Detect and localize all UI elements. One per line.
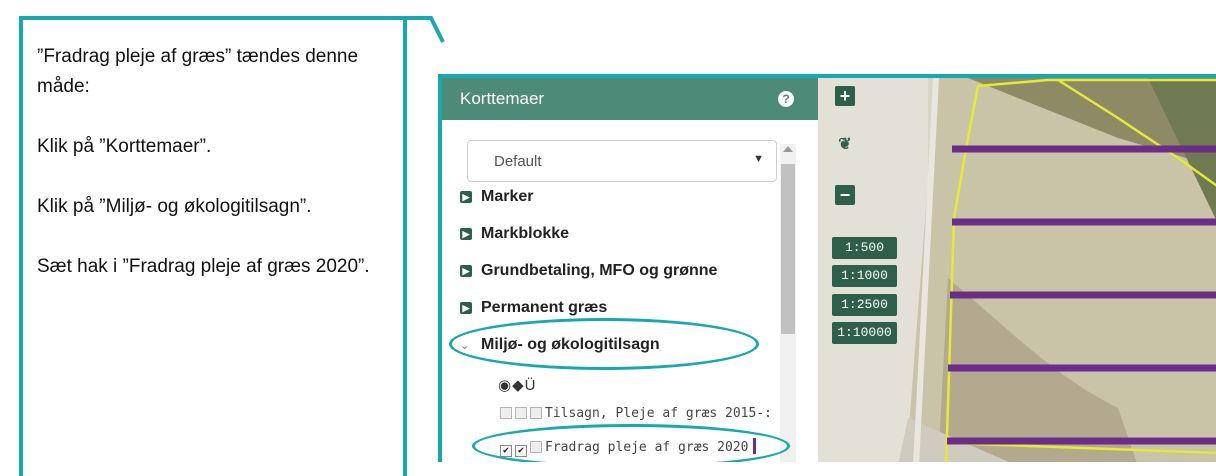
snap-checkbox[interactable]	[530, 407, 542, 419]
layer-group-grundbetaling[interactable]: ▶ Grundbetaling, MFO og grønne	[460, 262, 717, 280]
scale-button-1000[interactable]: 1:1000	[832, 265, 897, 287]
scroll-thumb[interactable]	[781, 164, 795, 334]
highlight-ring-sublayer	[472, 424, 790, 462]
expand-icon: ▶	[460, 228, 472, 240]
layer-group-markblokke[interactable]: ▶ Markblokke	[460, 225, 569, 243]
expand-icon: ▶	[460, 191, 472, 203]
layer-group-label: Permanent græs	[481, 299, 608, 316]
zoom-in-button[interactable]: +	[835, 86, 855, 106]
layer-panel: Korttemaer ? Default ▼ ▶ Marker ▶ Markblok…	[442, 78, 818, 462]
chevron-down-icon: ▼	[753, 153, 764, 165]
denmark-map-icon[interactable]: ❦	[835, 135, 855, 155]
theme-select[interactable]: Default ▼	[467, 140, 777, 182]
eye-icon: ◉	[498, 377, 513, 394]
expand-icon: ▶	[460, 265, 472, 277]
map-app-screenshot: Korttemaer ? Default ▼ ▶ Marker ▶ Markblok…	[438, 74, 1216, 462]
layer-group-label: Marker	[481, 188, 534, 205]
scroll-up-icon[interactable]	[783, 146, 793, 152]
magnet-icon: Ü	[524, 377, 537, 394]
layer-group-label: Grundbetaling, MFO og grønne	[481, 262, 718, 279]
scale-button-2500[interactable]: 1:2500	[832, 294, 897, 316]
instruction-step-3: Sæt hak i ”Fradrag pleje af græs 2020”.	[37, 256, 370, 277]
expand-icon: ▶	[460, 302, 472, 314]
visibility-checkbox[interactable]	[500, 407, 512, 419]
panel-header[interactable]: Korttemaer ?	[442, 78, 818, 120]
instruction-step-1: Klik på ”Korttemaer”.	[37, 136, 212, 157]
scale-button-500[interactable]: 1:500	[832, 237, 897, 259]
panel-title: Korttemaer	[460, 89, 545, 108]
layer-group-permanent-graes[interactable]: ▶ Permanent græs	[460, 299, 607, 317]
panel-scrollbar[interactable]	[780, 144, 796, 462]
sublayer-label: Tilsagn, Pleje af græs 2015-:	[545, 406, 772, 421]
callout-leader-line	[407, 16, 445, 43]
sublayer-tilsagn: Tilsagn, Pleje af græs 2015-:	[500, 406, 772, 421]
layer-group-label: Markblokke	[481, 225, 570, 242]
highlight-ring-layer-group	[449, 318, 759, 370]
column-icons: ◉◆Ü	[498, 376, 536, 394]
instruction-callout: ”Fradrag pleje af græs” tændes denne måd…	[19, 16, 407, 476]
map-view[interactable]: + ❦ − 1:500 1:1000 1:2500 1:10000	[818, 78, 1216, 462]
help-icon[interactable]: ?	[778, 91, 794, 107]
theme-select-value: Default	[494, 153, 542, 170]
instruction-step-2: Klik på ”Miljø- og økologitilsagn”.	[37, 196, 312, 217]
zoom-out-button[interactable]: −	[835, 185, 855, 205]
instruction-intro: ”Fradrag pleje af græs” tændes denne måd…	[37, 46, 359, 97]
scale-button-10000[interactable]: 1:10000	[832, 322, 897, 344]
tag-icon: ◆	[512, 377, 525, 394]
label-checkbox[interactable]	[515, 407, 527, 419]
layer-group-marker[interactable]: ▶ Marker	[460, 188, 533, 206]
